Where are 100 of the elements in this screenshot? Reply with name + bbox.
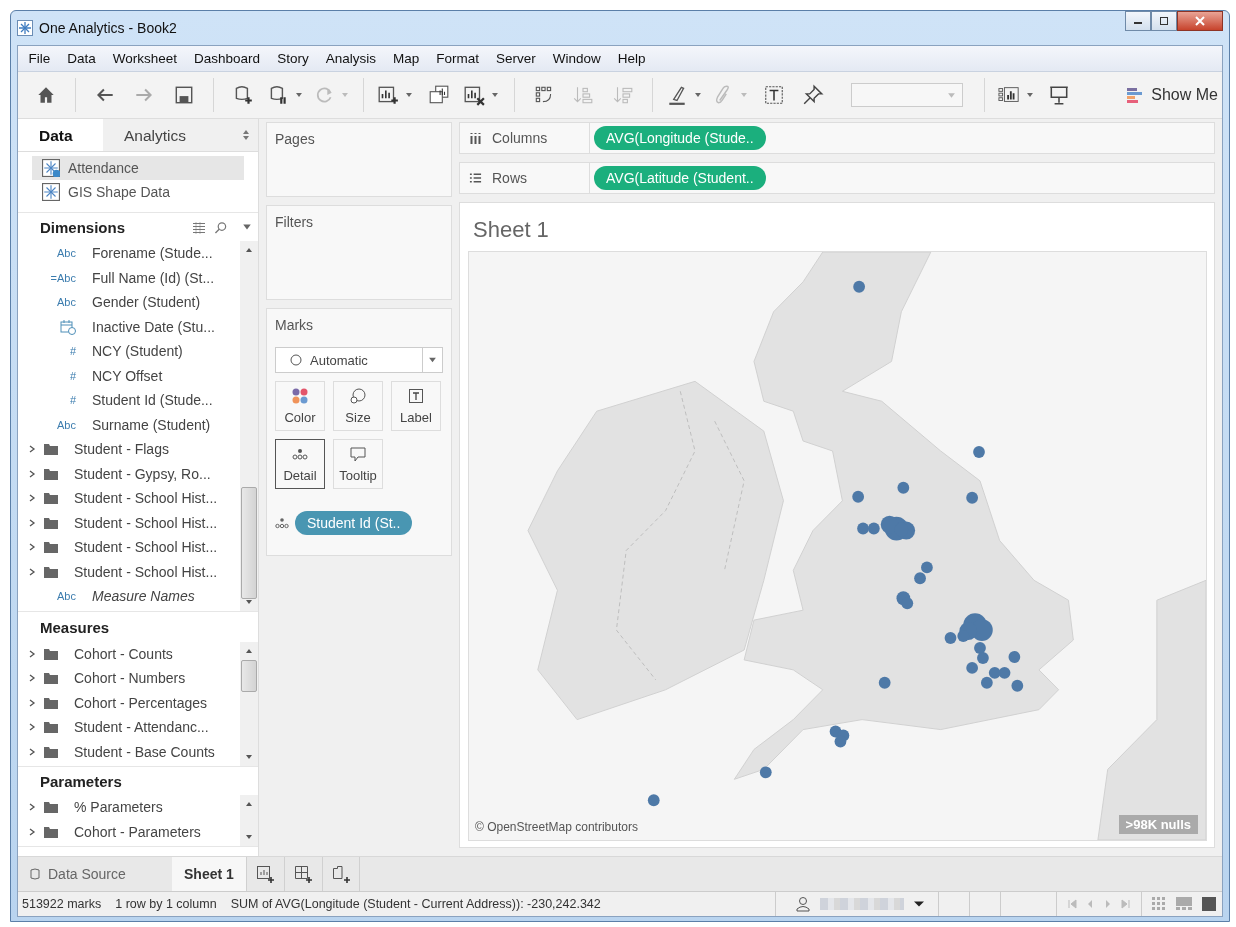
marks-property-button[interactable]: Tooltip: [333, 439, 383, 489]
marks-count: 513922 marks: [21, 897, 103, 911]
columns-icon: [469, 132, 482, 144]
maximize-button[interactable]: [1151, 11, 1177, 31]
field-item[interactable]: Student - School Hist...: [18, 559, 240, 584]
chevron-icon[interactable]: [28, 543, 36, 552]
map-attribution[interactable]: © OpenStreetMap contributors: [475, 820, 638, 834]
field-item[interactable]: Cohort - Parameters: [18, 819, 240, 844]
field-item[interactable]: # NCY Offset: [18, 363, 240, 388]
field-item[interactable]: Abc Gender (Student): [18, 290, 240, 315]
folder-icon: [44, 443, 58, 456]
menu-item[interactable]: Window: [544, 51, 610, 66]
menu-item[interactable]: Story: [268, 51, 318, 66]
menu-item[interactable]: Map: [384, 51, 428, 66]
field-item[interactable]: Student - School Hist...: [18, 486, 240, 511]
scrollbar-thumb[interactable]: [241, 486, 257, 599]
chevron-icon[interactable]: [28, 698, 36, 707]
field-item[interactable]: Student - Gypsy, Ro...: [18, 461, 240, 486]
color-dots-icon: [291, 387, 309, 405]
chevron-icon[interactable]: [28, 723, 36, 732]
chevron-icon[interactable]: [28, 469, 36, 478]
scroll-down-icon[interactable]: [245, 754, 253, 760]
list-view-icon[interactable]: [192, 220, 206, 234]
menu-item[interactable]: Format: [427, 51, 488, 66]
shelf-title: Pages: [275, 131, 315, 147]
search-icon[interactable]: [214, 220, 228, 234]
shelf-label: Rows: [492, 170, 527, 186]
field-item[interactable]: Student - Attendanc...: [18, 715, 240, 740]
sheet-tab[interactable]: Sheet 1: [172, 857, 246, 891]
text-label-icon: [407, 387, 425, 405]
field-type-label: #: [68, 369, 76, 382]
scrollbar-thumb[interactable]: [241, 659, 257, 692]
chevron-icon[interactable]: [28, 803, 36, 812]
columns-shelf[interactable]: Columns AVG(Longitude (Stude..: [459, 122, 1215, 154]
show-me-button[interactable]: Show Me: [1123, 82, 1222, 108]
data-source-item[interactable]: Attendance: [32, 156, 244, 180]
sort-arrows-icon[interactable]: [242, 129, 250, 141]
rows-shelf[interactable]: Rows AVG(Latitude (Student..: [459, 162, 1215, 194]
field-item[interactable]: % Parameters: [18, 795, 240, 820]
marks-property-button[interactable]: Color: [275, 381, 325, 431]
caret-icon[interactable]: [914, 899, 924, 909]
chevron-icon[interactable]: [28, 649, 36, 658]
marks-property-button[interactable]: Label: [391, 381, 441, 431]
folder-icon: [44, 721, 58, 734]
folder-icon: [44, 492, 58, 505]
scrollbar[interactable]: [240, 241, 258, 611]
chevron-icon[interactable]: [28, 567, 36, 576]
field-item[interactable]: Student - School Hist...: [18, 510, 240, 535]
scroll-up-icon[interactable]: [245, 247, 253, 253]
field-type-label: Abc: [56, 296, 76, 309]
field-item[interactable]: Abc Forename (Stude...: [18, 241, 240, 266]
scroll-up-icon[interactable]: [245, 647, 253, 654]
panel-tab[interactable]: Analytics: [103, 119, 207, 151]
panel-tab[interactable]: Data: [18, 119, 103, 151]
chevron-icon[interactable]: [28, 747, 36, 756]
pages-shelf[interactable]: Pages: [266, 122, 452, 197]
chevron-icon[interactable]: [28, 827, 36, 836]
chevron-icon[interactable]: [28, 445, 36, 454]
folder-icon: [44, 745, 58, 758]
chevron-icon[interactable]: [28, 494, 36, 503]
field-item[interactable]: # Student Id (Stude...: [18, 388, 240, 413]
chevron-icon[interactable]: [28, 674, 36, 683]
menu-item[interactable]: Server: [487, 51, 545, 66]
scrollbar[interactable]: [240, 795, 258, 846]
chevron-icon[interactable]: [28, 518, 36, 527]
menu-item[interactable]: Worksheet: [104, 51, 186, 66]
folder-icon: [44, 672, 58, 685]
menu-item[interactable]: Help: [609, 51, 654, 66]
database-icon: [30, 868, 40, 880]
menu-item[interactable]: File: [20, 51, 59, 66]
field-item[interactable]: Student - Base Counts: [18, 739, 240, 764]
marks-property-button[interactable]: Size: [333, 381, 383, 431]
field-item[interactable]: # NCY (Student): [18, 339, 240, 364]
menu-item[interactable]: Dashboard: [185, 51, 269, 66]
field-item[interactable]: Cohort - Percentages: [18, 690, 240, 715]
data-source-item[interactable]: GIS Shape Data: [32, 180, 244, 204]
scroll-up-icon[interactable]: [245, 801, 253, 807]
field-item[interactable]: Student - Flags: [18, 437, 240, 462]
scrollbar[interactable]: [240, 641, 258, 766]
folder-icon: [44, 647, 58, 660]
field-item[interactable]: Inactive Date (Stu...: [18, 314, 240, 339]
data-source-icon: [42, 183, 60, 201]
detail-icon: [275, 517, 289, 529]
field-item[interactable]: Student - School Hist...: [18, 535, 240, 560]
calendar-clock-icon: [60, 318, 76, 335]
filters-shelf[interactable]: Filters: [266, 205, 452, 300]
field-item[interactable]: Abc Measure Names: [18, 584, 240, 609]
field-item[interactable]: Cohort - Counts: [18, 641, 240, 666]
menu-item[interactable]: Data: [58, 51, 105, 66]
marks-property-button[interactable]: Detail: [275, 439, 325, 489]
folder-icon: [44, 541, 58, 554]
field-item[interactable]: Cohort - Numbers: [18, 666, 240, 691]
field-item[interactable]: Abc Surname (Student): [18, 412, 240, 437]
scroll-down-icon[interactable]: [245, 834, 253, 840]
sheet-tab[interactable]: Data Source: [18, 857, 172, 891]
close-button[interactable]: [1177, 11, 1223, 31]
field-item[interactable]: =Abc Full Name (Id) (St...: [18, 265, 240, 290]
minimize-button[interactable]: [1125, 11, 1151, 31]
mark-type-dropdown[interactable]: Automatic: [275, 347, 443, 373]
menu-item[interactable]: Analysis: [317, 51, 385, 66]
